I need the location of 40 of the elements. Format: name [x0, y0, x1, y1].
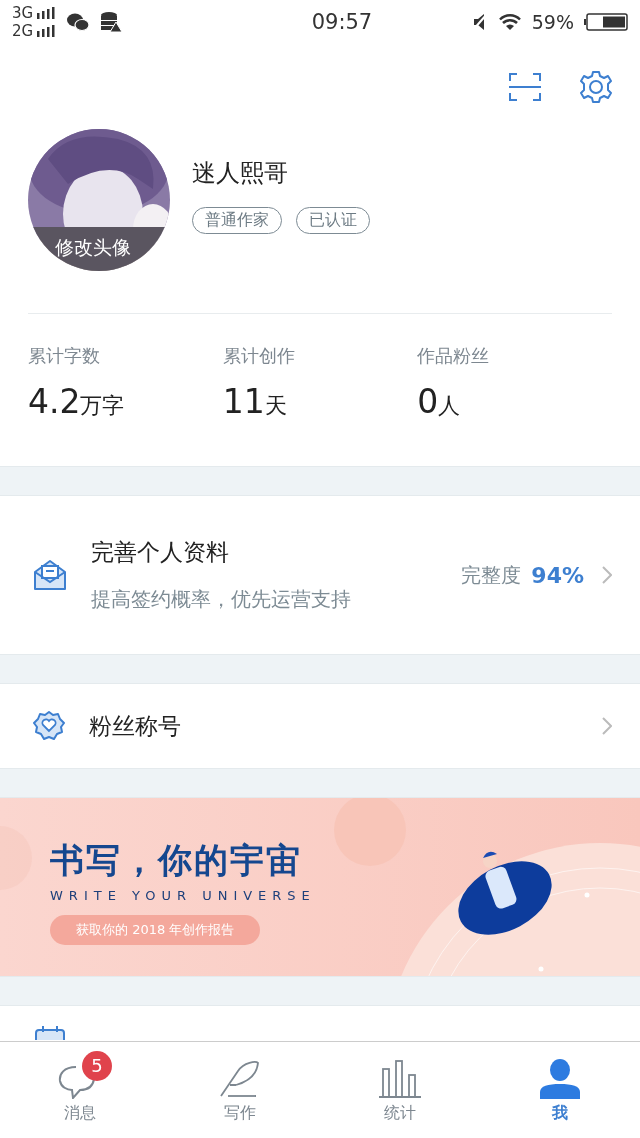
feather-pen-icon: [220, 1058, 260, 1099]
clock-time: 09:57: [310, 10, 373, 34]
completeness-label: 完整度: [461, 561, 522, 589]
tab-button[interactable]: 我: [480, 1042, 640, 1138]
calendar-icon: [34, 1026, 66, 1040]
banner-headline: 书写，你的宇宙: [50, 839, 302, 882]
stat-label: 累计字数: [28, 344, 100, 368]
unread-badge: 5: [82, 1050, 112, 1081]
network-label: 3G: [12, 4, 34, 22]
user-name: 迷人熙哥: [192, 157, 289, 189]
stat-value: 11天: [222, 382, 287, 421]
stat-label: 作品粉丝: [417, 344, 490, 368]
tab-button[interactable]: 写作: [160, 1042, 320, 1138]
network-label: 2G: [12, 22, 34, 40]
signal-icon: [36, 7, 57, 19]
completeness-value: 94%: [531, 562, 584, 588]
signal-icon: [36, 25, 57, 37]
row-title: 完善个人资料: [91, 538, 230, 567]
bar-chart-icon: [379, 1058, 421, 1099]
report-banner[interactable]: 书写，你的宇宙 WRITE YOUR UNIVERSE 获取你的 2018 年创作报告: [0, 798, 640, 976]
database-warning-icon: [100, 11, 123, 33]
row-subtitle: 提高签约概率，优先运营支持: [91, 586, 352, 613]
banner-tagline: WRITE YOUR UNIVERSE: [50, 888, 316, 903]
stat-value: 4.2万字: [28, 382, 125, 421]
chevron-right-icon: [602, 717, 612, 735]
chat-bubbles-icon: [66, 12, 91, 32]
envelope-icon: [33, 559, 67, 591]
settings-button[interactable]: [578, 69, 614, 105]
person-icon: [540, 1058, 580, 1099]
heart-badge-icon: [33, 710, 65, 742]
row-title: 粉丝称号: [89, 711, 182, 741]
battery-icon: [584, 13, 628, 31]
stat-value: 0人: [417, 382, 461, 421]
stat-label: 累计创作: [222, 344, 295, 368]
tab-button[interactable]: 5 消息: [0, 1042, 160, 1138]
wifi-icon: [497, 13, 522, 31]
scan-button[interactable]: [508, 72, 542, 102]
battery-percent: 59%: [531, 11, 574, 33]
chevron-right-icon: [602, 566, 612, 584]
tab-button[interactable]: 统计: [320, 1042, 480, 1138]
